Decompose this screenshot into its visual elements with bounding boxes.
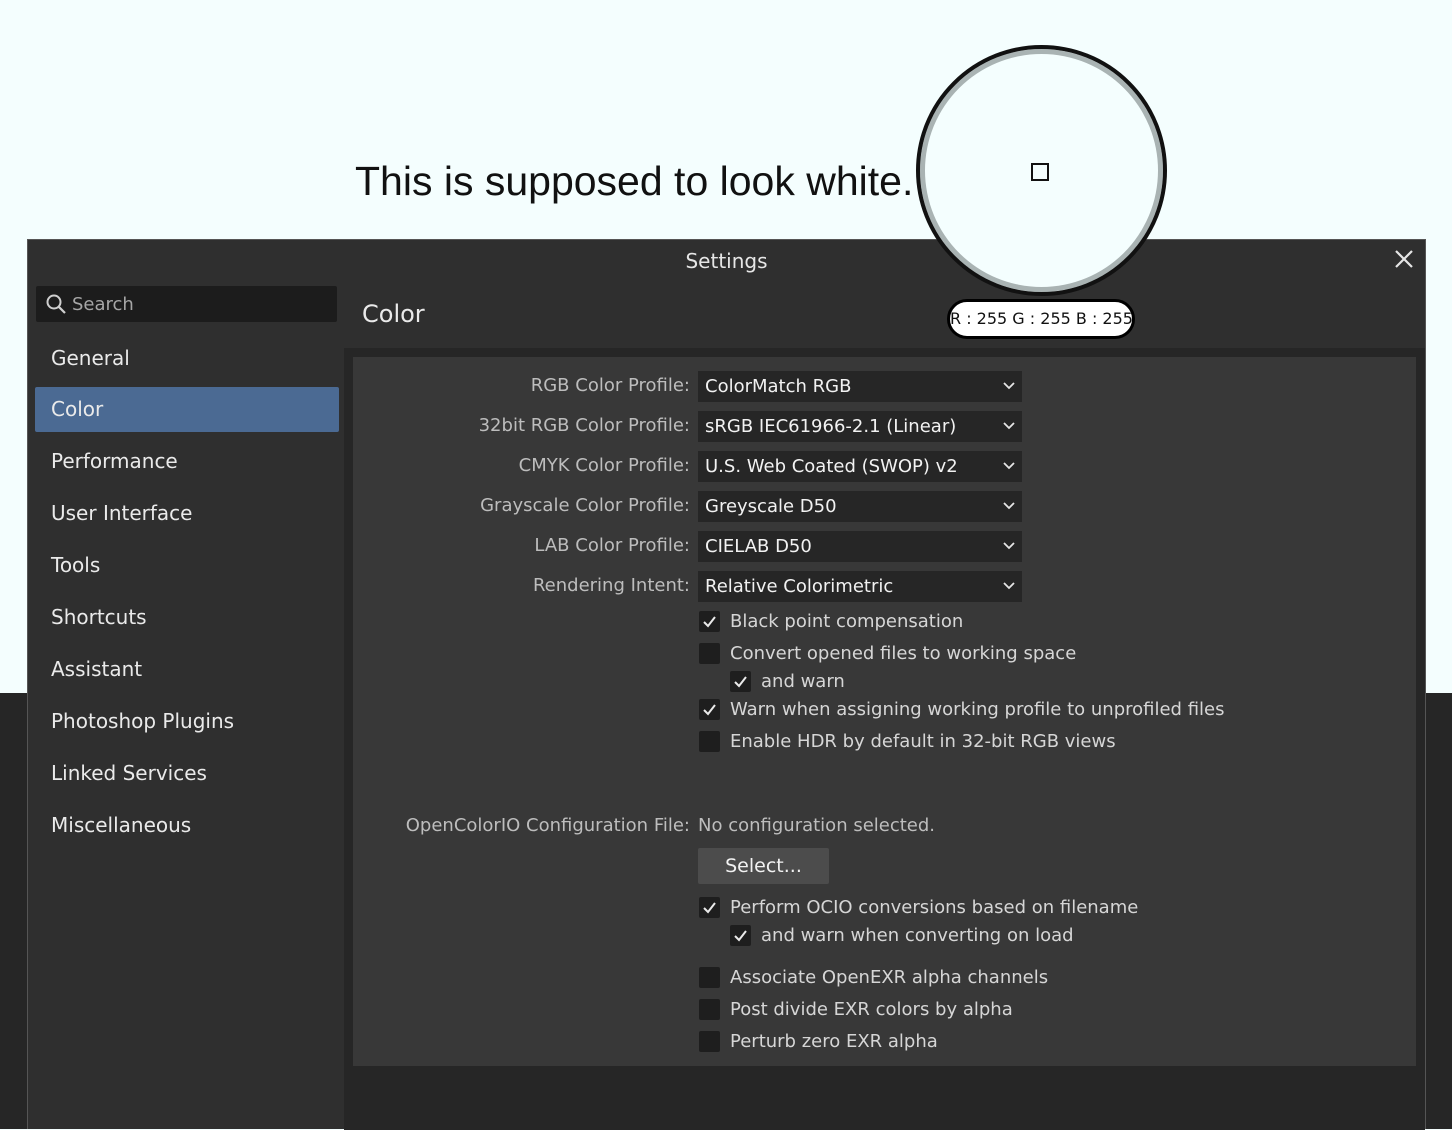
checkbox-label: Enable HDR by default in 32-bit RGB view… — [730, 731, 1116, 752]
checkbox-box[interactable] — [699, 1031, 720, 1052]
sidebar-item-miscellaneous[interactable]: Miscellaneous — [35, 803, 339, 848]
chevron-down-icon — [1003, 582, 1015, 590]
grayscale-profile-select[interactable]: Greyscale D50 — [698, 491, 1022, 522]
grayscale-profile-value: Greyscale D50 — [705, 496, 837, 517]
close-button[interactable] — [1391, 246, 1417, 272]
checkbox-box[interactable] — [699, 611, 720, 632]
panel-header: Color — [344, 280, 1425, 348]
sidebar-item-linked-services[interactable]: Linked Services — [35, 751, 339, 796]
chevron-down-icon — [1003, 422, 1015, 430]
content-area: RGB Color Profile: ColorMatch RGB 32bit … — [344, 348, 1425, 1130]
chevron-down-icon — [1003, 462, 1015, 470]
checkbox-box[interactable] — [699, 699, 720, 720]
cmyk-profile-label: CMYK Color Profile: — [518, 455, 690, 476]
sidebar-item-performance[interactable]: Performance — [35, 439, 339, 484]
color-settings-card: RGB Color Profile: ColorMatch RGB 32bit … — [353, 357, 1416, 1066]
checkbox-label: Warn when assigning working profile to u… — [730, 699, 1225, 720]
settings-dialog: Settings General Color Performance User … — [27, 239, 1426, 1130]
lab-profile-label: LAB Color Profile: — [534, 535, 690, 556]
checkbox-label: Post divide EXR colors by alpha — [730, 999, 1013, 1020]
rgb32-profile-label: 32bit RGB Color Profile: — [478, 415, 690, 436]
title-bar: Settings — [28, 240, 1425, 280]
color-picker-magnifier — [916, 45, 1167, 296]
sidebar-item-general[interactable]: General — [35, 336, 339, 381]
rgb-readout: R : 255 G : 255 B : 255 — [947, 299, 1135, 339]
sidebar-item-photoshop-plugins[interactable]: Photoshop Plugins — [35, 699, 339, 744]
checkbox-box[interactable] — [699, 999, 720, 1020]
checkbox-label: and warn when converting on load — [761, 925, 1074, 946]
checkmark-icon — [734, 676, 747, 688]
chevron-down-icon — [1003, 382, 1015, 390]
select-config-button[interactable]: Select... — [698, 848, 829, 884]
checkbox-box[interactable] — [699, 967, 720, 988]
picker-crosshair-icon — [1031, 163, 1049, 181]
sidebar-item-color[interactable]: Color — [35, 387, 339, 432]
rendering-intent-label: Rendering Intent: — [532, 575, 690, 596]
checkmark-icon — [734, 930, 747, 942]
checkbox-box[interactable] — [730, 925, 751, 946]
page-title: Color — [362, 300, 425, 328]
checkbox-label: Convert opened files to working space — [730, 643, 1077, 664]
search-input[interactable] — [72, 286, 330, 322]
checkbox-label: Perform OCIO conversions based on filena… — [730, 897, 1139, 918]
ocio-config-value: No configuration selected. — [698, 815, 936, 836]
rendering-intent-value: Relative Colorimetric — [705, 576, 894, 597]
checkmark-icon — [703, 704, 716, 716]
sidebar: General Color Performance User Interface… — [28, 280, 344, 1130]
checkbox-box[interactable] — [699, 731, 720, 752]
rgb-profile-value: ColorMatch RGB — [705, 376, 852, 397]
checkbox-label: Perturb zero EXR alpha — [730, 1031, 938, 1052]
rgb32-profile-select[interactable]: sRGB IEC61966-2.1 (Linear) — [698, 411, 1022, 442]
rgb32-profile-value: sRGB IEC61966-2.1 (Linear) — [705, 416, 957, 437]
close-icon — [1395, 250, 1413, 268]
checkbox-label: and warn — [761, 671, 845, 692]
rgb-profile-label: RGB Color Profile: — [530, 375, 690, 396]
lab-profile-value: CIELAB D50 — [705, 536, 812, 557]
chevron-down-icon — [1003, 542, 1015, 550]
grayscale-profile-label: Grayscale Color Profile: — [480, 495, 690, 516]
cmyk-profile-select[interactable]: U.S. Web Coated (SWOP) v2 — [698, 451, 1022, 482]
chevron-down-icon — [1003, 502, 1015, 510]
sidebar-item-user-interface[interactable]: User Interface — [35, 491, 339, 536]
checkmark-icon — [703, 616, 716, 628]
headline-text: This is supposed to look white. — [355, 158, 914, 204]
ocio-config-label: OpenColorIO Configuration File: — [405, 815, 690, 836]
checkbox-box[interactable] — [730, 671, 751, 692]
checkmark-icon — [703, 902, 716, 914]
checkbox-box[interactable] — [699, 643, 720, 664]
rgb-profile-select[interactable]: ColorMatch RGB — [698, 371, 1022, 402]
lab-profile-select[interactable]: CIELAB D50 — [698, 531, 1022, 562]
search-icon — [46, 294, 66, 314]
sidebar-item-tools[interactable]: Tools — [35, 543, 339, 588]
sidebar-item-shortcuts[interactable]: Shortcuts — [35, 595, 339, 640]
sidebar-item-assistant[interactable]: Assistant — [35, 647, 339, 692]
rendering-intent-select[interactable]: Relative Colorimetric — [698, 571, 1022, 602]
search-box[interactable] — [36, 286, 337, 322]
cmyk-profile-value: U.S. Web Coated (SWOP) v2 — [705, 456, 958, 477]
dialog-title: Settings — [685, 249, 768, 273]
checkbox-label: Associate OpenEXR alpha channels — [730, 967, 1049, 988]
checkbox-box[interactable] — [699, 897, 720, 918]
checkbox-label: Black point compensation — [730, 611, 964, 632]
